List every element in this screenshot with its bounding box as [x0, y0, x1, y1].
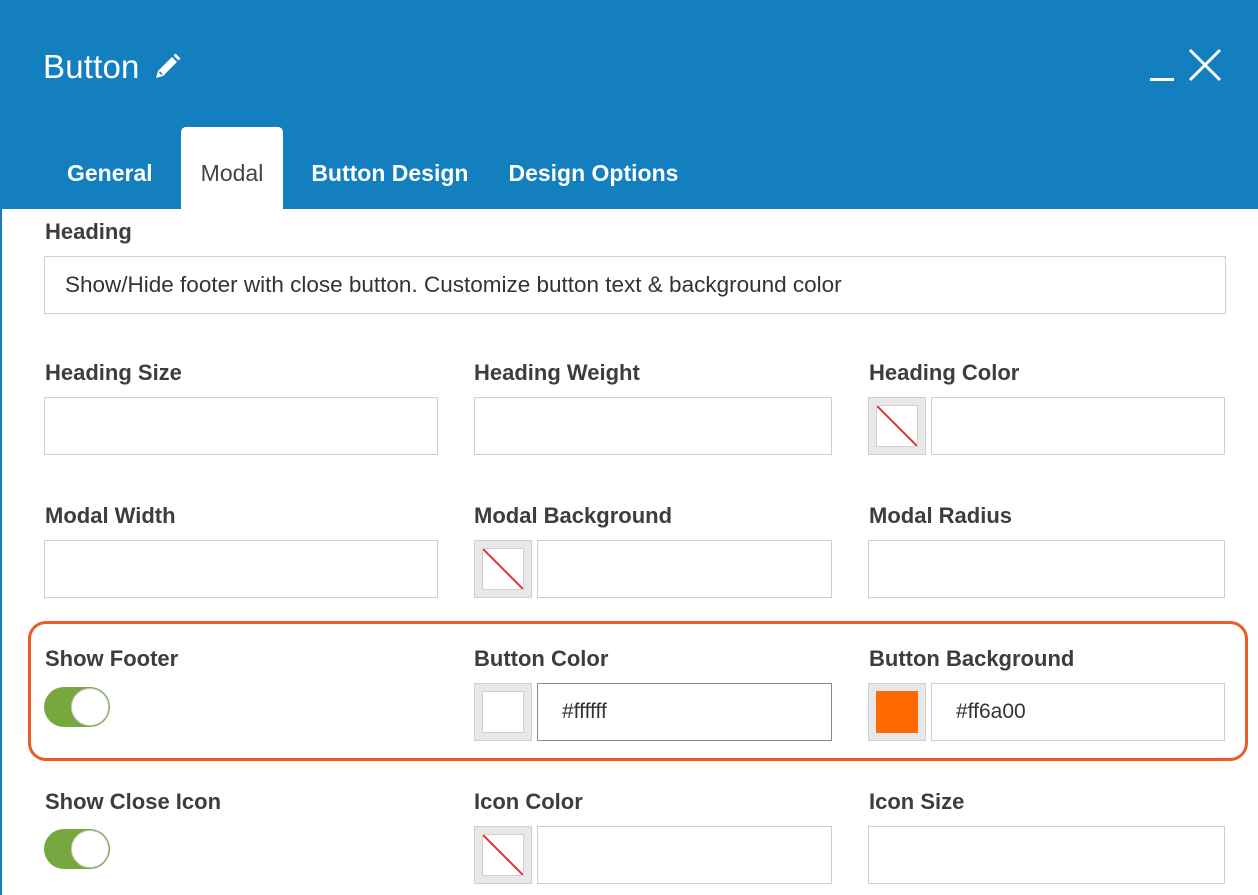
tab-modal[interactable]: Modal — [180, 127, 284, 209]
modal-background-input[interactable] — [537, 540, 832, 598]
tab-design-options[interactable]: Design Options — [488, 127, 698, 209]
modal-background-label: Modal Background — [474, 503, 673, 528]
heading-color-swatch[interactable] — [868, 397, 926, 455]
modal-settings-panel: Heading Show/Hide footer with close butt… — [0, 209, 1258, 895]
heading-weight-label: Heading Weight — [474, 360, 640, 385]
tab-button-design[interactable]: Button Design — [291, 127, 488, 209]
button-background-label: Button Background — [869, 646, 1075, 671]
heading-size-input[interactable] — [44, 397, 438, 455]
toggle-knob — [71, 688, 109, 726]
button-color-preview — [482, 691, 524, 733]
modal-width-input[interactable] — [44, 540, 438, 598]
no-color-icon — [482, 548, 524, 590]
modal-width-label: Modal Width — [45, 503, 176, 528]
show-close-icon-toggle[interactable] — [44, 829, 110, 869]
button-color-label: Button Color — [474, 646, 609, 671]
icon-color-swatch[interactable] — [474, 826, 532, 884]
window-controls — [1146, 42, 1226, 90]
icon-color-input[interactable] — [537, 826, 832, 884]
modal-radius-label: Modal Radius — [869, 503, 1013, 528]
show-footer-toggle[interactable] — [44, 687, 110, 727]
show-footer-label: Show Footer — [45, 646, 179, 671]
close-icon[interactable] — [1184, 42, 1226, 90]
toggle-knob — [71, 830, 109, 868]
heading-size-label: Heading Size — [45, 360, 182, 385]
modal-background-swatch[interactable] — [474, 540, 532, 598]
minimize-icon[interactable] — [1146, 42, 1178, 90]
tab-bar: General Modal Button Design Design Optio… — [47, 127, 698, 209]
heading-color-input[interactable] — [931, 397, 1225, 455]
tab-general[interactable]: General — [47, 127, 173, 209]
modal-radius-input[interactable] — [868, 540, 1225, 598]
modal-header: Button General Modal Button Design Desig… — [0, 0, 1258, 209]
show-close-icon-label: Show Close Icon — [45, 789, 222, 814]
button-background-preview — [876, 691, 918, 733]
pencil-icon[interactable] — [152, 52, 182, 82]
button-background-input[interactable]: #ff6a00 — [931, 683, 1225, 741]
icon-color-label: Icon Color — [474, 789, 583, 814]
icon-size-input[interactable] — [868, 826, 1225, 884]
heading-color-label: Heading Color — [869, 360, 1020, 385]
modal-title: Button — [43, 48, 140, 85]
button-color-input[interactable]: #ffffff — [537, 683, 832, 741]
no-color-icon — [876, 405, 918, 447]
icon-size-label: Icon Size — [869, 789, 965, 814]
heading-input[interactable]: Show/Hide footer with close button. Cust… — [44, 256, 1226, 314]
heading-weight-input[interactable] — [474, 397, 832, 455]
heading-label: Heading — [45, 219, 132, 244]
no-color-icon — [482, 834, 524, 876]
button-color-swatch[interactable] — [474, 683, 532, 741]
title-area: Button — [43, 42, 182, 92]
button-background-swatch[interactable] — [868, 683, 926, 741]
